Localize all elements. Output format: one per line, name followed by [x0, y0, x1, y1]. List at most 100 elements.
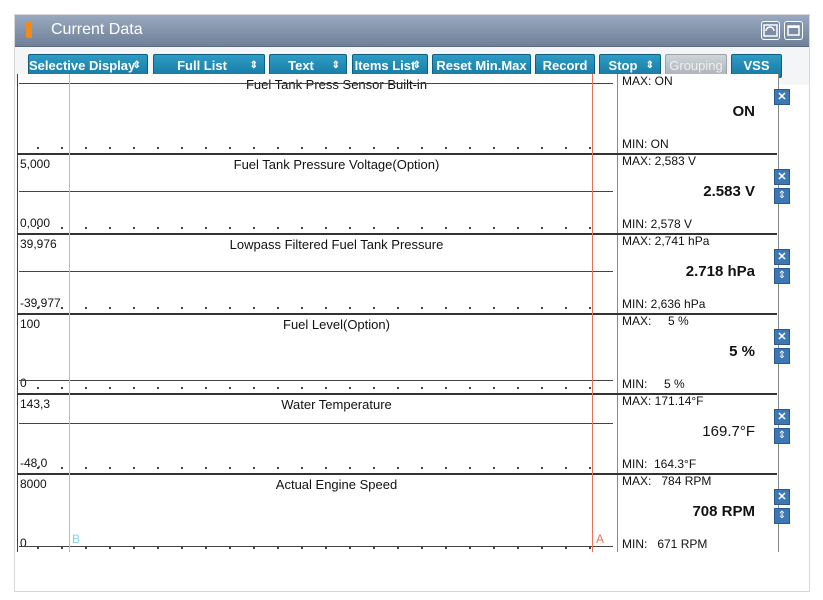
axis-max-value: 100	[20, 317, 41, 331]
scale-button[interactable]: ⇕	[774, 348, 790, 364]
axis-min-value: 0,000	[20, 216, 51, 230]
time-tick	[301, 547, 303, 549]
remove-item-button[interactable]: ✕	[774, 409, 790, 425]
time-tick	[85, 307, 87, 309]
time-tick	[181, 547, 183, 549]
time-tick	[469, 227, 471, 229]
time-tick	[397, 307, 399, 309]
max-value: MAX: 2,741 hPa	[622, 234, 710, 248]
remove-item-button[interactable]: ✕	[774, 169, 790, 185]
scale-button[interactable]: ⇕	[774, 188, 790, 204]
current-value: 708 RPM	[692, 503, 755, 520]
axis-min-value: -48,0	[20, 456, 48, 470]
max-value: MAX: 5 %	[622, 314, 689, 328]
time-tick	[565, 227, 567, 229]
time-tick	[277, 387, 279, 389]
time-tick	[37, 227, 39, 229]
window-title: Current Data	[51, 21, 143, 38]
scale-button[interactable]: ⇕	[774, 508, 790, 524]
time-tick	[157, 227, 159, 229]
time-tick	[517, 307, 519, 309]
max-value: MAX: 784 RPM	[622, 474, 712, 488]
max-value: MAX: 2,583 V	[622, 154, 697, 168]
current-value: 2.718 hPa	[685, 263, 755, 280]
time-tick	[445, 227, 447, 229]
remove-item-button[interactable]: ✕	[774, 329, 790, 345]
time-tick	[517, 147, 519, 149]
maximize-icon[interactable]	[784, 21, 803, 40]
min-value: MIN: 164.3°F	[622, 457, 697, 471]
retry-icon[interactable]	[761, 21, 780, 40]
cursor-a-line[interactable]	[592, 74, 593, 552]
stop-label: Stop	[608, 58, 638, 73]
axis-max-value: 39,976	[20, 237, 57, 251]
full-list-label: Full List	[177, 58, 227, 73]
time-tick	[181, 307, 183, 309]
time-tick	[301, 467, 303, 469]
time-tick	[301, 147, 303, 149]
time-tick	[133, 387, 135, 389]
time-tick	[85, 387, 87, 389]
time-tick	[277, 467, 279, 469]
time-tick	[493, 227, 495, 229]
time-tick	[229, 307, 231, 309]
time-tick	[373, 307, 375, 309]
time-tick	[325, 547, 327, 549]
item-name: Fuel Tank Press Sensor Built-in	[245, 77, 428, 92]
time-tick	[253, 307, 255, 309]
cursor-a-label: A	[596, 532, 605, 546]
time-tick	[85, 547, 87, 549]
time-tick	[109, 227, 111, 229]
time-tick	[85, 147, 87, 149]
current-value: 169.7°F	[702, 423, 755, 440]
time-tick	[565, 307, 567, 309]
time-tick	[445, 147, 447, 149]
scale-button[interactable]: ⇕	[774, 268, 790, 284]
time-tick	[349, 227, 351, 229]
max-value: MAX: 171.14°F	[622, 394, 704, 408]
remove-item-button[interactable]: ✕	[774, 489, 790, 505]
current-value: ON	[732, 103, 756, 120]
time-tick	[325, 147, 327, 149]
time-tick	[301, 307, 303, 309]
axis-min-value: 0	[20, 536, 27, 550]
axis-max-value: 143,3	[20, 397, 51, 411]
time-tick	[229, 147, 231, 149]
time-tick	[469, 307, 471, 309]
time-tick	[37, 547, 39, 549]
time-tick	[397, 467, 399, 469]
time-tick	[421, 147, 423, 149]
cursor-b-line[interactable]	[69, 74, 70, 552]
time-tick	[205, 547, 207, 549]
time-tick	[445, 467, 447, 469]
time-tick	[349, 547, 351, 549]
cursor-b-label: B	[72, 532, 81, 546]
time-tick	[85, 467, 87, 469]
time-tick	[397, 387, 399, 389]
time-tick	[61, 387, 63, 389]
time-tick	[541, 387, 543, 389]
time-tick	[253, 547, 255, 549]
scale-button[interactable]: ⇕	[774, 428, 790, 444]
remove-item-button[interactable]: ✕	[774, 249, 790, 265]
time-tick	[133, 307, 135, 309]
max-value: MAX: ON	[622, 74, 673, 88]
time-tick	[277, 227, 279, 229]
time-tick	[469, 547, 471, 549]
time-tick	[541, 147, 543, 149]
time-tick	[493, 467, 495, 469]
time-tick	[589, 387, 591, 389]
time-tick	[157, 307, 159, 309]
time-tick	[445, 387, 447, 389]
time-tick	[229, 387, 231, 389]
time-tick	[37, 467, 39, 469]
time-tick	[133, 467, 135, 469]
time-tick	[109, 387, 111, 389]
time-tick	[133, 147, 135, 149]
time-tick	[445, 547, 447, 549]
time-tick	[109, 467, 111, 469]
time-tick	[493, 307, 495, 309]
time-tick	[373, 227, 375, 229]
time-tick	[277, 147, 279, 149]
remove-item-button[interactable]: ✕	[774, 89, 790, 105]
